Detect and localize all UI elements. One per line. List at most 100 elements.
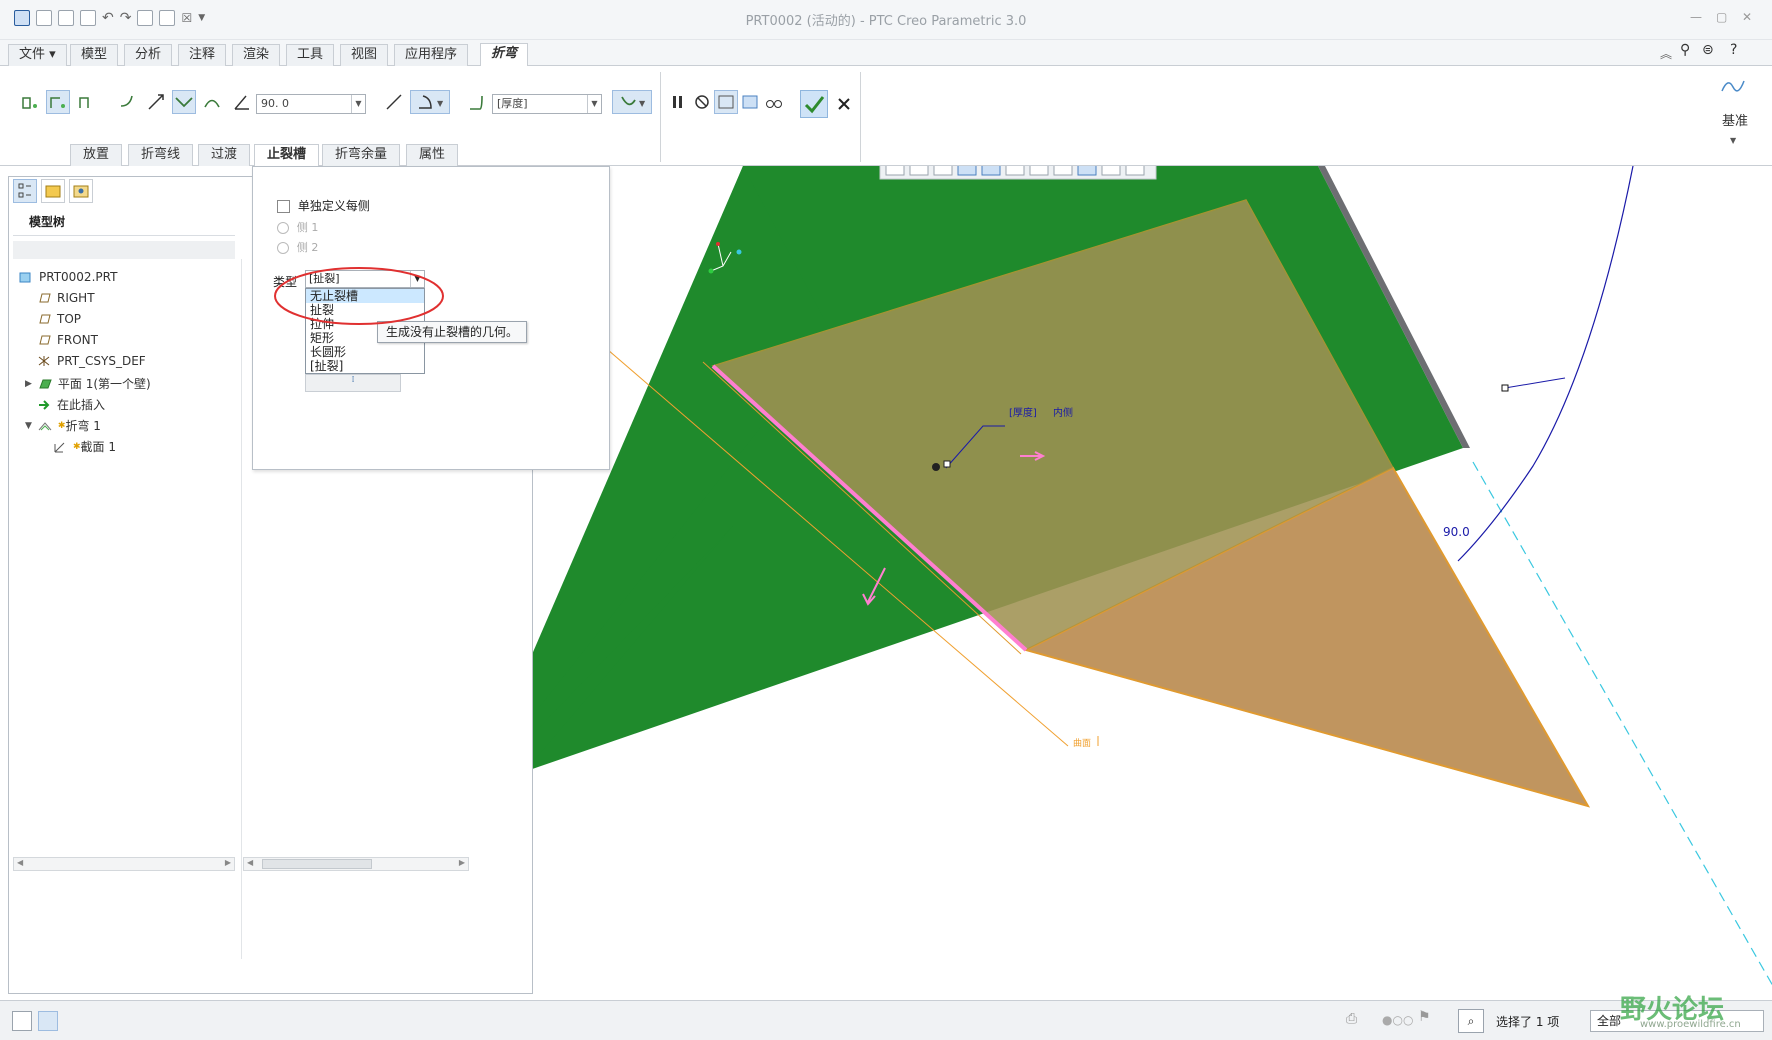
flip-angle-icon[interactable] [382,90,406,114]
triad-y-dot [736,249,742,255]
graphics-window[interactable]: 90.0 [厚度] 内侧 曲面 [533,166,1772,1000]
angle-dimension-text[interactable]: 90.0 [1443,525,1470,539]
tab-bend[interactable]: 折弯 [480,43,529,67]
flag-icon[interactable]: ⚑ [1418,1009,1431,1025]
tree-item-right[interactable]: RIGHT [37,291,95,305]
tab-annotate[interactable]: 注释 [178,44,227,66]
tree-item-insert-here[interactable]: 在此插入 [37,396,105,413]
show-navigator-icon[interactable] [12,1011,32,1031]
thickness-input[interactable]: [厚度] ▼ [492,94,602,114]
tree-item-front[interactable]: FRONT [37,333,98,347]
tree-item-csys[interactable]: PRT_CSYS_DEF [37,354,146,368]
surface-label[interactable]: 曲面 [1073,738,1091,749]
bend-angle-icon[interactable] [172,90,196,114]
community-icon[interactable]: ⊜ [1702,42,1714,58]
bend-roll-icon[interactable] [200,90,224,114]
tree-filter-bar[interactable] [13,241,235,259]
bend-to-edge-icon[interactable] [74,90,98,114]
pause-icon[interactable] [666,90,690,114]
flip-bend-icon[interactable] [116,90,140,114]
subtab-transition[interactable]: 过渡 [198,144,251,166]
collapse-ribbon-icon[interactable]: ︽ [1660,45,1672,62]
svg-text:▼: ▼ [639,99,646,108]
verify-icon[interactable] [738,90,762,114]
datum-dropdown-icon[interactable]: ▼ [1730,136,1736,145]
model-tree-tab-icon[interactable] [13,179,37,203]
close-button[interactable]: ✕ [1742,10,1752,24]
ribbon-tab-bar: 文件 ▾ 模型 分析 注释 渲染 工具 视图 应用程序 折弯 ︽ ⚲ ⊜ ? [0,40,1772,67]
define-each-side-checkbox[interactable]: 单独定义每侧 [277,197,370,214]
thickness-annotation[interactable]: [厚度] [1009,406,1037,419]
subtab-bend-allowance[interactable]: 折弯余量 [322,144,401,166]
maximize-button[interactable]: ▢ [1716,10,1727,24]
refit-icon[interactable] [885,166,905,176]
repaint-icon[interactable] [957,166,977,176]
tab-view[interactable]: 视图 [340,44,389,66]
view-manager-icon[interactable] [1029,166,1049,176]
subtab-relief[interactable]: 止裂槽 [254,144,320,167]
datum-icon[interactable] [1718,72,1748,102]
collapse-arrow-icon[interactable]: ▼ [25,421,32,431]
bend-placement-icon[interactable] [18,90,42,114]
side1-radio[interactable]: 侧 1 [277,219,318,235]
bend-angle-input[interactable]: 90. 0 ▼ [256,94,366,114]
tree-item-part[interactable]: PRT0002.PRT [19,270,117,284]
subtab-bend-line[interactable]: 折弯线 [128,144,194,166]
tree-item-sketch[interactable]: ✱ 截面 1 [53,438,116,455]
bend-to-line-icon[interactable] [46,90,70,114]
help-icon[interactable]: ? [1730,42,1737,58]
appearance-icon[interactable] [1125,166,1145,176]
dimension-leader [1504,377,1566,389]
preview-icon[interactable] [714,90,738,114]
zoom-in-icon[interactable] [909,166,929,176]
cancel-x-button[interactable] [832,92,856,116]
datum-display-icon[interactable] [1053,166,1073,176]
folder-browser-tab-icon[interactable] [41,179,65,203]
saved-views-icon[interactable] [1005,166,1025,176]
tree-item-wall[interactable]: ▶ 平面 1(第一个壁) [25,375,151,392]
subtab-placement[interactable]: 放置 [70,144,123,166]
model-tree-title: 模型树 [29,215,66,229]
tree-item-label: RIGHT [57,291,95,305]
datum-label[interactable]: 基准 [1722,110,1748,129]
no-preview-icon[interactable] [690,90,714,114]
dimension-handle[interactable] [1501,384,1509,392]
side1-label: 侧 1 [296,221,319,234]
expand-arrow-icon[interactable]: ▶ [25,379,32,389]
inner-outer-icon[interactable]: ▼ [612,90,652,114]
tree-horizontal-scrollbar[interactable]: ◀ ▶ [13,857,235,871]
datum-plane-icon [39,335,51,345]
title-bar: ↶ ↷ ☒ ▼ PRT0002 (活动的) - PTC Creo Paramet… [0,0,1772,40]
tab-render[interactable]: 渲染 [232,44,281,66]
svg-text:▼: ▼ [437,99,444,108]
define-each-side-label: 单独定义每侧 [297,199,370,213]
search-icon[interactable]: ⚲ [1680,42,1690,58]
minimize-button[interactable]: — [1690,10,1702,24]
print-icon[interactable]: ⎙ [1346,1011,1357,1027]
annotation-display-icon[interactable] [1077,166,1097,176]
datum-plane-icon [39,293,51,303]
radius-type-icon[interactable]: ▼ [410,90,450,114]
tab-applications[interactable]: 应用程序 [394,44,469,66]
subtab-properties[interactable]: 属性 [406,144,459,166]
bend-origin-point[interactable] [932,463,940,471]
display-style-icon[interactable] [981,166,1001,176]
flip-direction-icon[interactable] [144,90,168,114]
ok-checkmark-button[interactable] [800,90,828,118]
bend-line-handle[interactable] [943,460,951,468]
tab-analysis[interactable]: 分析 [124,44,173,66]
show-browser-icon[interactable] [38,1011,58,1031]
tab-tools[interactable]: 工具 [286,44,335,66]
favorites-tab-icon[interactable] [69,179,93,203]
detail-horizontal-scrollbar[interactable]: ◀ ▶ [243,857,469,871]
tab-file[interactable]: 文件 ▾ [8,44,67,66]
side-annotation[interactable]: 内侧 [1053,406,1073,419]
glasses-icon[interactable] [762,90,786,114]
tree-item-top[interactable]: TOP [37,312,81,326]
find-binoculars-icon[interactable]: ⌕ [1458,1009,1484,1033]
side2-radio[interactable]: 侧 2 [277,239,318,255]
tab-model[interactable]: 模型 [70,44,119,66]
tree-item-bend[interactable]: ▼ ✱ 折弯 1 [25,417,101,434]
zoom-out-icon[interactable] [933,166,953,176]
spin-center-icon[interactable] [1101,166,1121,176]
